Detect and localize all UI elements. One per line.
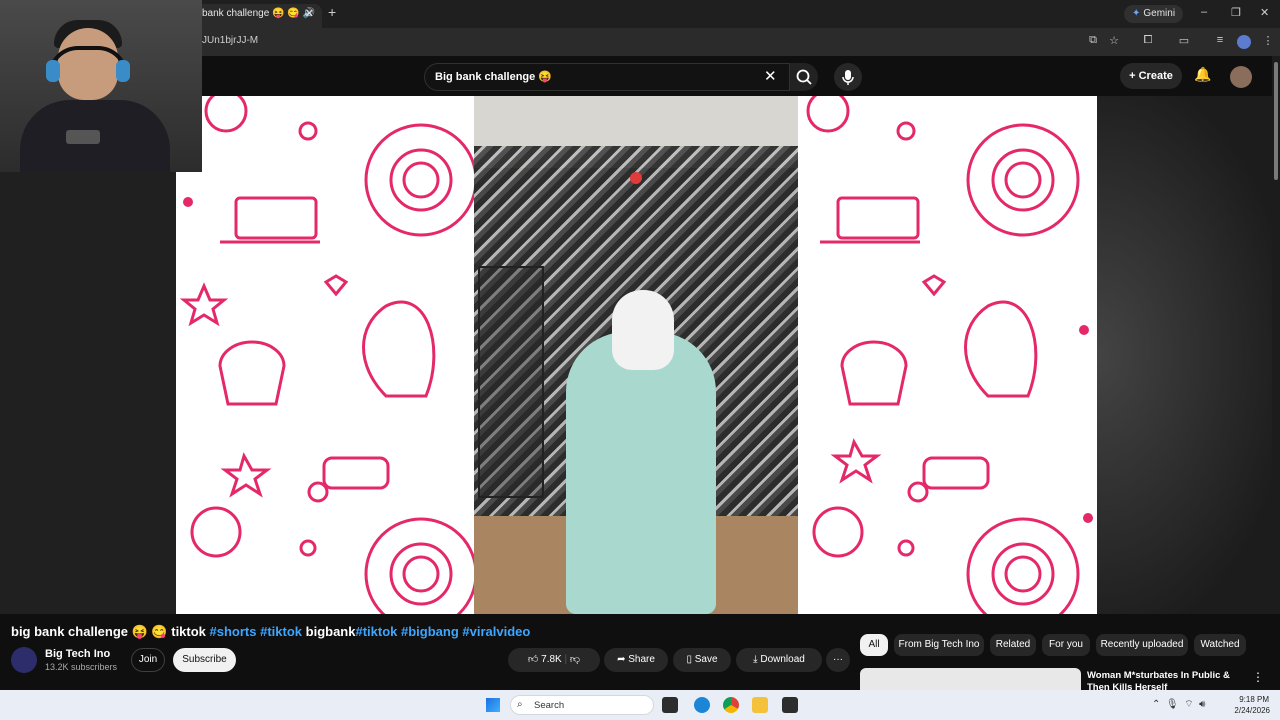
video-player[interactable] <box>176 96 1097 614</box>
file-explorer-icon[interactable] <box>752 697 768 713</box>
tab-close-icon[interactable]: ✕ <box>305 4 314 24</box>
gemini-button[interactable]: ✦ Gemini <box>1124 5 1184 23</box>
extensions-icon[interactable]: ⧠ <box>1140 34 1156 48</box>
thumbs-up-icon: 👍︎ <box>527 654 542 665</box>
edge-icon[interactable] <box>694 697 710 713</box>
thumbs-down-icon: 👎︎ <box>569 654 581 665</box>
hashtag-link[interactable]: #tiktok <box>260 624 302 639</box>
notifications-bell-icon[interactable]: 🔔 <box>1194 66 1211 83</box>
download-button[interactable]: ⤓ Download <box>736 648 822 672</box>
save-button[interactable]: ▯ Save <box>673 648 731 672</box>
sidepanel-icon[interactable]: ▭ <box>1176 34 1192 48</box>
minimize-button[interactable]: – <box>1201 6 1207 18</box>
chip-for-you[interactable]: For you <box>1042 634 1090 656</box>
search-value: Big bank challenge 😝 <box>435 71 552 83</box>
restore-button[interactable]: ❐ <box>1231 6 1241 19</box>
hashtag-link[interactable]: #shorts <box>210 624 257 639</box>
browser-tab[interactable]: bank challenge 😝 😋 🔊 ✕ <box>196 4 322 28</box>
share-button[interactable]: ➦ Share <box>604 648 668 672</box>
join-button[interactable]: Join <box>131 648 165 672</box>
gemini-icon: ✦ <box>1132 8 1141 19</box>
chip-watched[interactable]: Watched <box>1194 634 1246 656</box>
bookmark-star-icon[interactable]: ☆ <box>1106 34 1122 48</box>
create-button[interactable]: + Create <box>1120 63 1182 89</box>
windows-start-icon[interactable] <box>486 698 500 712</box>
scrollbar-thumb[interactable] <box>1274 62 1278 180</box>
chip-recently-uploaded[interactable]: Recently uploaded <box>1096 634 1188 656</box>
right-backdrop <box>1097 96 1272 614</box>
browser-menu-icon[interactable]: ⋮ <box>1260 34 1276 48</box>
system-tray[interactable]: ⌃ 🎙︎ ⌔ 🔊︎ <box>1152 698 1205 711</box>
app-icon[interactable] <box>782 697 798 713</box>
new-tab-button[interactable]: + <box>328 4 336 20</box>
search-button[interactable] <box>790 63 818 91</box>
taskbar-search-icon: ⌕ <box>517 699 523 710</box>
like-button[interactable]: 👍︎ 7.8K <box>528 654 562 665</box>
more-actions-button[interactable]: ··· <box>826 648 850 672</box>
plus-icon: + <box>1129 70 1139 82</box>
hashtag-link[interactable]: #tiktok <box>355 624 397 639</box>
subscriber-count: 13.2K subscribers <box>45 662 118 672</box>
channel-name[interactable]: Big Tech Ino <box>45 648 110 660</box>
like-dislike-group: 👍︎ 7.8K | 👎︎ <box>508 648 600 672</box>
clock-time[interactable]: 9:18 PM <box>1237 695 1269 704</box>
dislike-button[interactable]: 👎︎ <box>570 654 580 665</box>
close-window-button[interactable]: ✕ <box>1260 6 1269 19</box>
chip-related[interactable]: Related <box>990 634 1036 656</box>
video-title: big bank challenge 😝 😋 tiktok #shorts #t… <box>11 624 531 639</box>
taskbar-search-placeholder: Search <box>534 700 565 711</box>
dessert-pattern-right <box>798 96 1097 614</box>
dancer-figure <box>566 332 716 614</box>
recommended-video-thumbnail[interactable] <box>860 668 1081 692</box>
recommendation-menu-icon[interactable]: ⋮ <box>1252 670 1264 684</box>
share-icon: ➦ <box>617 654 629 665</box>
url-text[interactable]: JUn1bjrJJ-M <box>202 35 258 46</box>
hashtag-link[interactable]: #bigbang <box>401 624 459 639</box>
profile-avatar[interactable] <box>1237 35 1251 49</box>
cast-icon[interactable]: ⧉ <box>1085 34 1101 48</box>
search-icon <box>796 69 812 85</box>
media-icon[interactable]: ≡ <box>1212 34 1228 48</box>
left-backdrop <box>0 172 176 614</box>
bookmark-icon: ▯ <box>686 654 695 665</box>
taskview-icon[interactable] <box>662 697 678 713</box>
chip-from-channel[interactable]: From Big Tech Ino <box>894 634 984 656</box>
dessert-pattern-left <box>176 96 476 614</box>
mic-icon <box>842 70 854 85</box>
tab-title: bank challenge 😝 😋 🔊 <box>202 8 315 19</box>
clock-date[interactable]: 2/24/2026 <box>1228 706 1270 715</box>
chrome-icon[interactable] <box>723 697 739 713</box>
account-avatar[interactable] <box>1230 66 1252 88</box>
webcam-overlay <box>0 0 202 172</box>
voice-search-button[interactable] <box>834 63 862 91</box>
shelf <box>478 266 544 498</box>
channel-avatar[interactable] <box>11 647 37 673</box>
recommended-video-title[interactable]: Woman M*sturbates In Public & Then Kills… <box>1087 670 1247 692</box>
subscribe-button[interactable]: Subscribe <box>173 648 236 672</box>
taskbar-search-input[interactable] <box>510 695 654 715</box>
video-frame <box>474 96 798 614</box>
hashtag-link[interactable]: #viralvideo <box>462 624 530 639</box>
chip-all[interactable]: All <box>860 634 888 656</box>
search-clear-icon[interactable]: ✕ <box>764 67 777 85</box>
